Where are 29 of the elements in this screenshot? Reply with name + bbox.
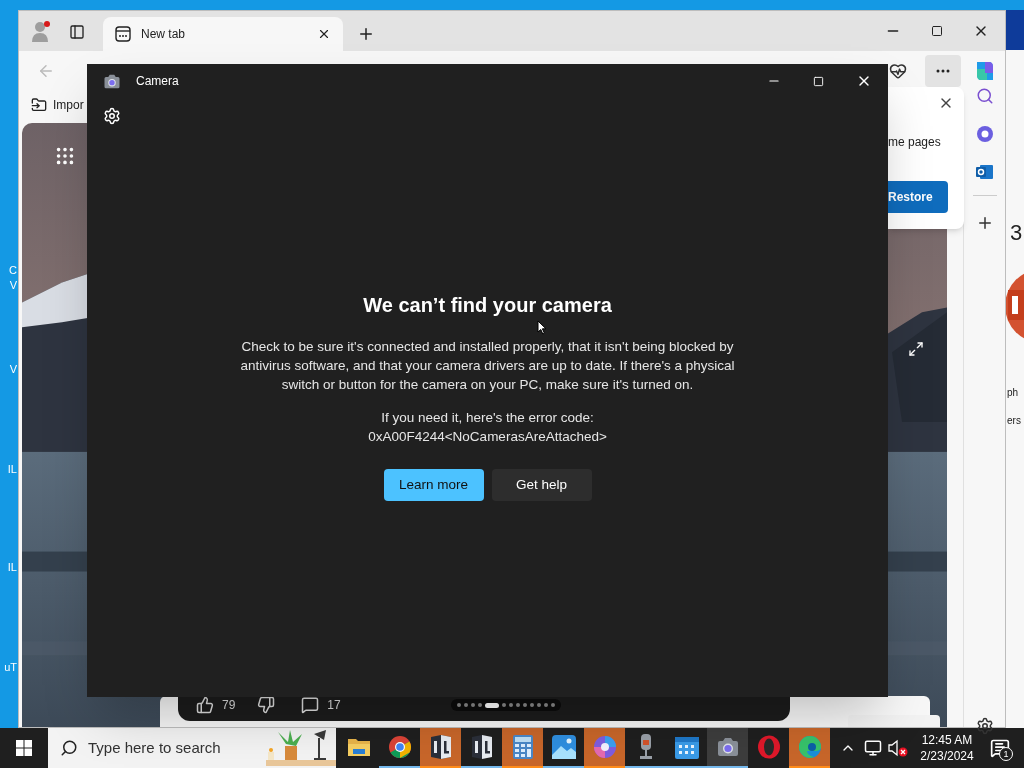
error-heading: We can’t find your camera (363, 293, 612, 318)
error-message: Check to be sure it's connected and installed properly, that it isn't being blocked by antivirus software, and that your camera drivers are up to date. If there's a physical switch or button for the camera on your PC, make sure it's turned on. (239, 338, 736, 394)
desktop-icon-label: uT (3, 661, 17, 674)
search-box[interactable]: Type here to search (48, 728, 336, 768)
error-code-label: If you need it, here's the error code: (381, 409, 594, 427)
restore-button[interactable]: Restore (888, 181, 948, 213)
learn-more-button[interactable]: Learn more (383, 469, 484, 501)
desktop-icon-label: IL (6, 561, 17, 574)
desktop-icon-label: C (8, 264, 17, 277)
desktop-icon-label: V (8, 363, 17, 376)
clock[interactable]: 12:45 AM 2/23/2024 (916, 732, 978, 764)
comment-count: 17 (327, 697, 341, 714)
desktop-icon-label: IL (6, 463, 17, 476)
desktop-icon-label: V (8, 279, 17, 292)
window-text: 3 (1010, 219, 1024, 247)
clock-date: 2/23/2024 (920, 748, 974, 764)
notification-count: 1 (999, 747, 1013, 761)
favorites-item[interactable]: Impor (53, 96, 84, 114)
get-help-button[interactable]: Get help (491, 469, 592, 501)
window-title: Camera (136, 73, 179, 90)
tab-title: New tab (141, 26, 187, 43)
clock-time: 12:45 AM (921, 732, 973, 748)
search-placeholder: Type here to search (88, 737, 222, 758)
window-text: ers (1007, 414, 1022, 428)
window-text: ph (1007, 386, 1020, 400)
error-code: 0xA00F4244<NoCamerasAreAttached> (368, 428, 607, 446)
popup-text: me pages (888, 134, 942, 151)
like-count: 79 (222, 697, 236, 714)
browser-tab[interactable]: New tab (103, 17, 343, 51)
